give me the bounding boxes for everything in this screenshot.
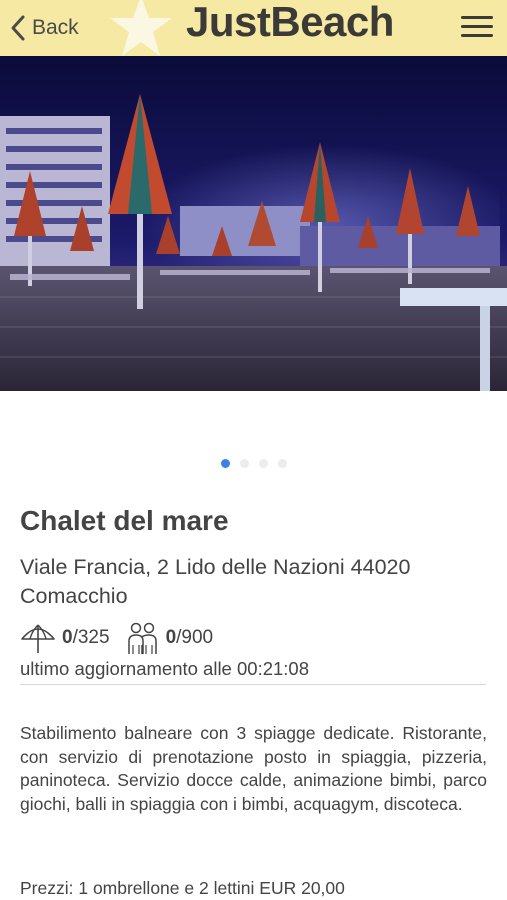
- umbrella-availability: 0 /325: [20, 621, 110, 655]
- people-total: /900: [176, 627, 214, 648]
- star-icon: [110, 0, 172, 56]
- people-availability: 0 /900: [124, 621, 214, 655]
- app-header: Back JustBeach: [0, 0, 507, 56]
- place-description: Stabilimento balneare con 3 spiagge dedi…: [20, 723, 487, 814]
- back-label: Back: [32, 16, 79, 39]
- back-button[interactable]: Back: [10, 12, 79, 44]
- hero-image-carousel[interactable]: [0, 56, 507, 391]
- hamburger-menu-icon[interactable]: [461, 16, 493, 40]
- umbrellas-used: 0: [62, 627, 73, 648]
- carousel-indicator: [0, 459, 507, 468]
- carousel-dot-active[interactable]: [220, 459, 230, 468]
- carousel-dot[interactable]: [258, 459, 268, 468]
- people-used: 0: [165, 627, 177, 648]
- umbrellas-total: /325: [72, 627, 110, 648]
- logo-text: JustBeach: [186, 0, 394, 45]
- beach-night-photo: [0, 56, 507, 391]
- place-title: Chalet del mare: [20, 505, 229, 536]
- carousel-dot[interactable]: [239, 459, 249, 468]
- chevron-left-icon: [11, 15, 25, 41]
- availability-stats: 0 /325 0 /900: [20, 621, 227, 655]
- people-icon: [127, 622, 157, 654]
- place-prices: Prezzi: 1 ombrellone e 2 lettini EUR 20,…: [20, 878, 345, 898]
- app-logo: JustBeach: [108, 0, 408, 56]
- carousel-dot[interactable]: [277, 459, 287, 468]
- place-address: Viale Francia, 2 Lido delle Nazioni 4402…: [20, 555, 411, 608]
- umbrella-icon: [21, 624, 55, 653]
- last-updated: ultimo aggiornamento alle 00:21:08: [20, 658, 486, 685]
